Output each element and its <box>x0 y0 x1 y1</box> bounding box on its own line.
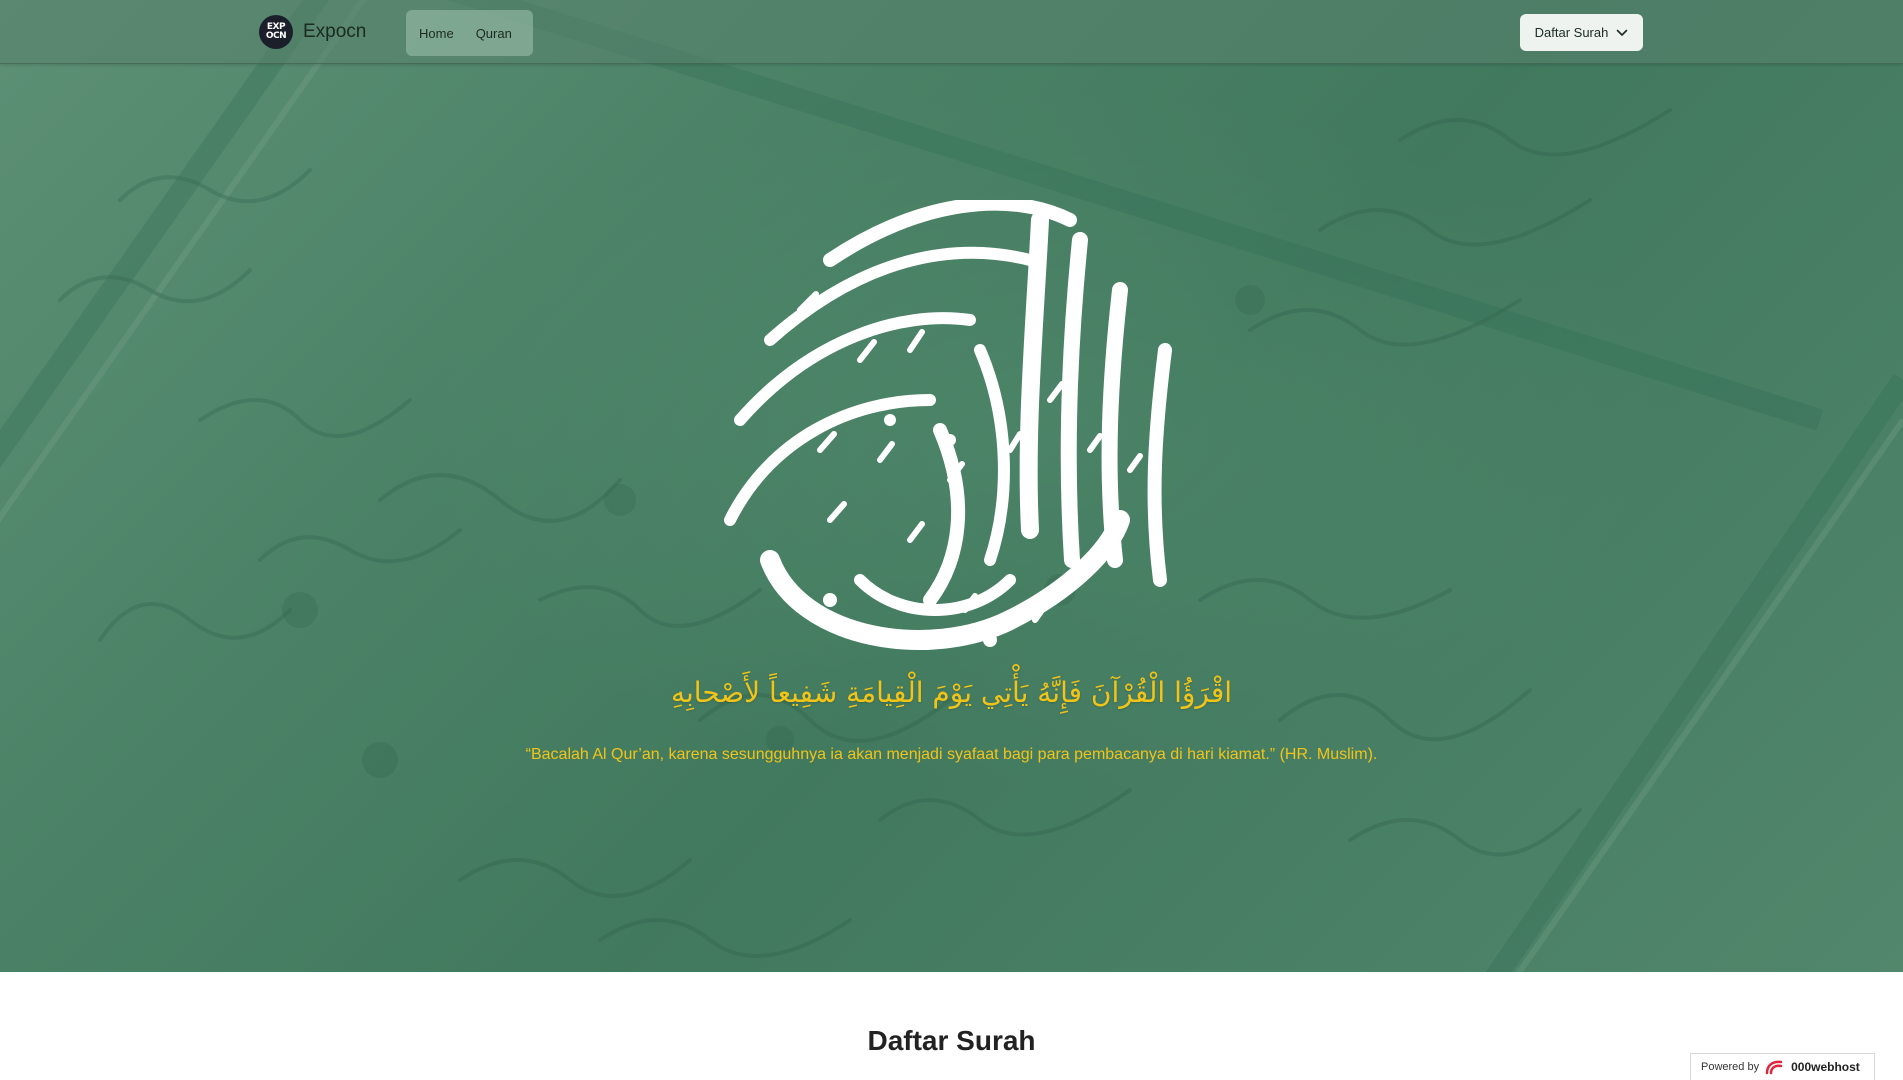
al-quran-calligraphy <box>724 200 1172 650</box>
webhost-logo-icon <box>1765 1060 1783 1075</box>
nav-link-quran[interactable]: Quran <box>476 26 512 41</box>
chevron-down-icon <box>1617 29 1628 36</box>
section-title: Daftar Surah <box>867 1025 1036 1057</box>
dropdown-label: Daftar Surah <box>1534 25 1609 40</box>
webhost-name: 000webhost <box>1791 1060 1860 1074</box>
nav-link-home[interactable]: Home <box>419 26 454 41</box>
top-navbar: EXP OCN Expocn Home Quran Daftar Surah <box>0 0 1903 64</box>
hero-section: اقْرَؤُا الْقُرْآنَ فَإِنَّهُ يَأْتِي يَ… <box>0 0 1903 972</box>
brand-name: Expocn <box>303 21 367 42</box>
daftar-surah-dropdown[interactable]: Daftar Surah <box>1520 14 1643 51</box>
verse-translation: “Bacalah Al Qur’an, karena sesungguhnya … <box>525 746 1378 763</box>
nav-links: Home Quran <box>406 10 533 56</box>
powered-by-badge[interactable]: Powered by 000webhost <box>1690 1053 1875 1080</box>
brand-link[interactable]: EXP OCN Expocn <box>259 15 366 49</box>
brand-logo: EXP OCN <box>259 15 293 49</box>
arabic-verse: اقْرَؤُا الْقُرْآنَ فَإِنَّهُ يَأْتِي يَ… <box>671 676 1232 709</box>
powered-by-label: Powered by <box>1701 1061 1760 1073</box>
